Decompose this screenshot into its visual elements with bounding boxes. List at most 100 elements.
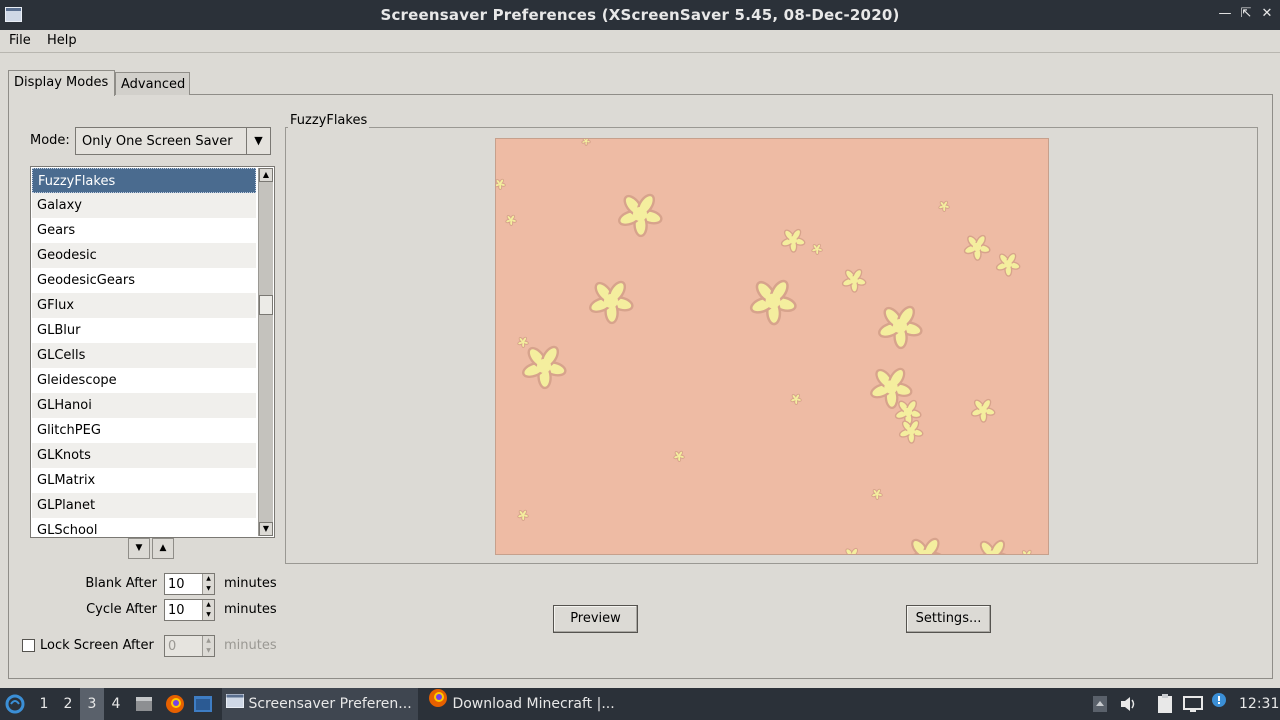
flake	[963, 234, 991, 261]
blank-after-label: Blank After	[85, 576, 157, 591]
lock-screen-label[interactable]: Lock Screen After	[40, 638, 157, 653]
workspace-4[interactable]: 4	[104, 688, 128, 720]
title-bar: Screensaver Preferences (XScreenSaver 5.…	[0, 0, 1280, 30]
terminal-icon[interactable]	[192, 688, 214, 720]
flake	[496, 178, 506, 190]
scroll-thumb[interactable]	[259, 295, 273, 315]
flake	[995, 252, 1021, 277]
flake	[505, 214, 517, 226]
blank-after-spinner[interactable]: 10 ▲ ▼	[164, 573, 215, 595]
previous-saver-button[interactable]: ▲	[152, 538, 174, 559]
flake	[811, 243, 823, 255]
flake	[841, 268, 867, 293]
lock-screen-checkbox[interactable]	[22, 639, 35, 652]
window-icon	[226, 688, 244, 720]
lock-after-spinner: 0 ▲ ▼	[164, 635, 215, 657]
flake	[870, 367, 913, 410]
flake	[522, 345, 567, 390]
task-minecraft[interactable]: Download Minecraft |...	[424, 688, 620, 720]
flake	[1021, 549, 1032, 554]
saver-list-item[interactable]: GLMatrix	[32, 468, 256, 493]
network-icon[interactable]	[1182, 688, 1204, 720]
workspace-1[interactable]: 1	[32, 688, 56, 720]
saver-list-item[interactable]: GLHanoi	[32, 393, 256, 418]
next-saver-button[interactable]: ▼	[128, 538, 150, 559]
tray-expand-icon[interactable]	[1090, 688, 1110, 720]
cycle-after-label: Cycle After	[86, 602, 157, 617]
flake	[970, 398, 996, 423]
scroll-down-icon[interactable]: ▼	[259, 522, 273, 536]
spinner-arrows-icon[interactable]: ▲ ▼	[202, 600, 214, 620]
chevron-down-icon[interactable]: ▼	[246, 128, 270, 154]
flake	[581, 139, 591, 146]
clock[interactable]: 12:31	[1239, 688, 1279, 720]
scroll-up-icon[interactable]: ▲	[259, 168, 273, 182]
tab-display-modes[interactable]: Display Modes	[8, 70, 115, 96]
saver-list-item[interactable]: GLPlanet	[32, 493, 256, 518]
volume-icon[interactable]	[1118, 688, 1138, 720]
saver-list-item[interactable]: Gleidescope	[32, 368, 256, 393]
saver-list-item[interactable]: GLBlur	[32, 318, 256, 343]
saver-list-item[interactable]: FuzzyFlakes	[32, 168, 256, 193]
saver-list-item[interactable]: GLSchool	[32, 518, 256, 537]
flake	[906, 537, 947, 554]
menubar: File Help	[0, 30, 1280, 53]
flake	[845, 547, 859, 554]
saver-list-item[interactable]: Geodesic	[32, 243, 256, 268]
task-label: Screensaver Preferen...	[248, 696, 412, 712]
saver-list-item[interactable]: Gears	[32, 218, 256, 243]
spinner-arrows-icon: ▲ ▼	[202, 636, 214, 656]
menu-file[interactable]: File	[9, 33, 31, 48]
cycle-after-value[interactable]: 10	[168, 603, 185, 618]
flake	[878, 305, 923, 350]
mode-label: Mode:	[30, 133, 70, 148]
spinner-arrows-icon[interactable]: ▲ ▼	[202, 574, 214, 594]
cycle-after-spinner[interactable]: 10 ▲ ▼	[164, 599, 215, 621]
saver-list-item[interactable]: GFlux	[32, 293, 256, 318]
blank-after-value[interactable]: 10	[168, 577, 185, 592]
fuzzy-flakes-preview	[496, 139, 1032, 554]
lock-after-unit: minutes	[224, 638, 277, 653]
saver-list-item[interactable]: Galaxy	[32, 193, 256, 218]
window-title: Screensaver Preferences (XScreenSaver 5.…	[380, 6, 900, 24]
saver-list-scrollbar[interactable]: ▲ ▼	[258, 168, 273, 536]
app-menu-icon[interactable]	[4, 688, 28, 720]
flake	[589, 280, 634, 325]
maximize-icon[interactable]: ⇱	[1238, 6, 1254, 22]
workspace-2[interactable]: 2	[56, 688, 80, 720]
cycle-after-unit: minutes	[224, 602, 277, 617]
preview-frame-label: FuzzyFlakes	[288, 113, 370, 128]
tab-advanced[interactable]: Advanced	[115, 72, 190, 95]
flake	[790, 393, 802, 405]
saver-list-item[interactable]: GLKnots	[32, 443, 256, 468]
flake	[618, 193, 663, 238]
flake	[871, 488, 883, 500]
menu-help[interactable]: Help	[47, 33, 77, 48]
minimize-icon[interactable]: —	[1217, 6, 1233, 22]
settings-button[interactable]: Settings...	[906, 605, 991, 633]
lock-after-value: 0	[168, 639, 177, 654]
firefox-icon	[428, 688, 448, 720]
mode-value: Only One Screen Saver	[82, 134, 233, 149]
blank-after-unit: minutes	[224, 576, 277, 591]
clipboard-icon[interactable]	[1155, 688, 1175, 720]
preview-button[interactable]: Preview	[553, 605, 638, 633]
saver-list-item[interactable]: GeodesicGears	[32, 268, 256, 293]
saver-list-item[interactable]: GlitchPEG	[32, 418, 256, 443]
mode-select[interactable]: Only One Screen Saver ▼	[75, 127, 271, 155]
firefox-icon[interactable]	[164, 688, 186, 720]
flake	[938, 200, 950, 212]
saver-list[interactable]: FuzzyFlakes Galaxy Gears Geodesic GeodesicGe…	[30, 166, 275, 538]
taskbar: 1234 Screensaver Preferen... Download Mi…	[0, 688, 1280, 720]
workspace-3[interactable]: 3	[80, 688, 104, 720]
preview-canvas	[495, 138, 1049, 555]
saver-list-item[interactable]: GLCells	[32, 343, 256, 368]
close-icon[interactable]: ✕	[1259, 6, 1275, 22]
file-manager-icon[interactable]	[134, 688, 154, 720]
notification-icon[interactable]	[1210, 688, 1228, 720]
flake	[975, 539, 1012, 554]
flake	[749, 279, 797, 326]
flake	[517, 509, 529, 521]
task-screensaver[interactable]: Screensaver Preferen...	[222, 688, 418, 720]
flake	[673, 450, 685, 462]
